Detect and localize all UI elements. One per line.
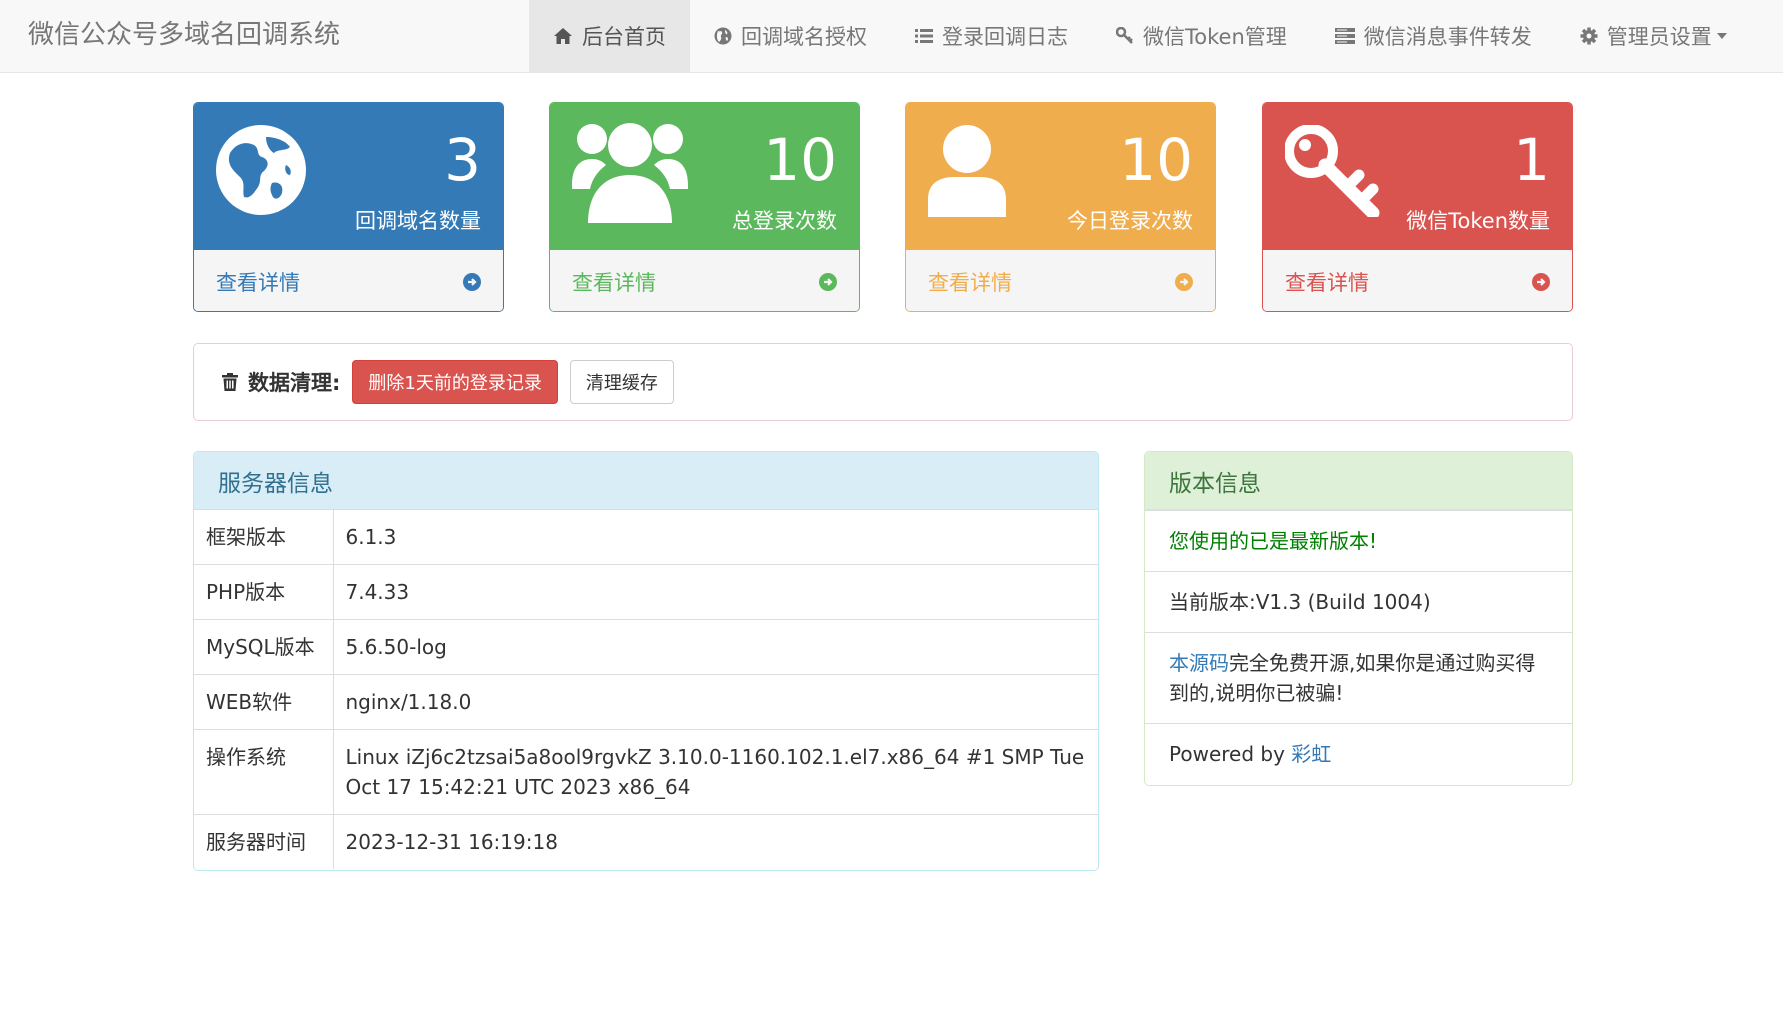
stat-label: 总登录次数 (732, 209, 837, 233)
data-cleanup-panel: 数据清理: 删除1天前的登录记录 清理缓存 (193, 343, 1573, 421)
nav-item-token-manage[interactable]: 微信Token管理 (1092, 0, 1311, 72)
source-link[interactable]: 本源码 (1169, 651, 1229, 675)
stat-count: 1 (1513, 126, 1550, 194)
powered-by: Powered by 彩虹 (1145, 723, 1572, 784)
nav-label: 后台首页 (582, 25, 666, 49)
row-value: nginx/1.18.0 (333, 674, 1098, 730)
stat-panel-heading: 10 总登录次数 (550, 103, 859, 250)
view-details-label: 查看详情 (216, 270, 300, 295)
arrow-circle-right-icon (463, 272, 481, 291)
source-notice: 本源码完全免费开源,如果你是通过购买得到的,说明你已被骗! (1145, 632, 1572, 723)
nav-item-admin-settings[interactable]: 管理员设置 (1556, 0, 1751, 72)
row-key: 服务器时间 (194, 814, 334, 869)
table-row: MySQL版本 5.6.50-log (194, 619, 1098, 675)
globe-icon (714, 27, 732, 45)
user-icon (928, 125, 1006, 217)
table-row: PHP版本 7.4.33 (194, 564, 1098, 620)
nav-item-message-forward[interactable]: 微信消息事件转发 (1311, 0, 1556, 72)
version-status: 您使用的已是最新版本! (1145, 510, 1572, 571)
nav-item-home[interactable]: 后台首页 (529, 0, 690, 72)
view-details-link[interactable]: 查看详情 (194, 250, 503, 311)
stat-count: 3 (444, 126, 481, 194)
row-key: PHP版本 (194, 564, 334, 620)
stat-label: 微信Token数量 (1406, 209, 1550, 233)
table-row: 框架版本 6.1.3 (194, 510, 1098, 565)
stat-panel-today-logins: 10 今日登录次数 查看详情 (905, 102, 1216, 312)
stat-panel-total-logins: 10 总登录次数 查看详情 (549, 102, 860, 312)
key-icon (1116, 27, 1133, 44)
powered-by-text: Powered by (1169, 742, 1292, 766)
author-link[interactable]: 彩虹 (1291, 742, 1331, 766)
arrow-circle-right-icon (819, 272, 837, 291)
table-row: WEB软件 nginx/1.18.0 (194, 674, 1098, 730)
clear-cache-button[interactable]: 清理缓存 (569, 360, 674, 404)
server-icon (1334, 28, 1355, 44)
row-value: 7.4.33 (333, 564, 1098, 620)
cleanup-title: 数据清理: (248, 371, 341, 395)
stat-label: 今日登录次数 (1067, 209, 1193, 233)
panel-title: 服务器信息 (194, 452, 1098, 510)
view-details-label: 查看详情 (1285, 270, 1369, 295)
current-version: 当前版本:V1.3 (Build 1004) (1145, 571, 1572, 632)
stat-panel-heading: 10 今日登录次数 (906, 103, 1215, 250)
delete-old-logs-button[interactable]: 删除1天前的登录记录 (352, 360, 558, 404)
stat-panel-heading: 3 回调域名数量 (194, 103, 503, 250)
stat-panel-domains: 3 回调域名数量 查看详情 (193, 102, 504, 312)
stat-label: 回调域名数量 (355, 209, 481, 233)
row-value: 2023-12-31 16:19:18 (333, 814, 1098, 869)
row-value: Linux iZj6c2tzsai5a8ool9rgvkZ 3.10.0-116… (333, 729, 1098, 815)
row-key: MySQL版本 (194, 619, 334, 675)
nav-label: 微信Token管理 (1143, 25, 1287, 49)
view-details-link[interactable]: 查看详情 (906, 250, 1215, 311)
version-info-panel: 版本信息 您使用的已是最新版本! 当前版本:V1.3 (Build 1004) … (1144, 451, 1573, 786)
chevron-down-icon (1716, 33, 1727, 39)
view-details-link[interactable]: 查看详情 (1263, 250, 1572, 311)
nav-item-domain-auth[interactable]: 回调域名授权 (690, 0, 891, 72)
globe-icon (216, 125, 306, 215)
row-value: 6.1.3 (345, 525, 397, 549)
nav-label: 回调域名授权 (741, 25, 867, 49)
view-details-label: 查看详情 (928, 270, 1012, 295)
navbar: 微信公众号多域名回调系统 后台首页 回调域名授权 登录回调日志 微信Token管… (0, 0, 1783, 73)
table-row: 服务器时间 2023-12-31 16:19:18 (194, 814, 1098, 869)
nav-label: 管理员设置 (1606, 25, 1712, 49)
row-key: WEB软件 (194, 674, 334, 730)
view-details-link[interactable]: 查看详情 (550, 250, 859, 311)
arrow-circle-right-icon (1175, 272, 1193, 291)
row-value: 5.6.50-log (333, 619, 1098, 675)
brand-title[interactable]: 微信公众号多域名回调系统 (28, 0, 340, 73)
arrow-circle-right-icon (1532, 272, 1550, 291)
table-row: 操作系统 Linux iZj6c2tzsai5a8ool9rgvkZ 3.10.… (194, 729, 1098, 815)
stat-count: 10 (1119, 126, 1193, 194)
server-info-table: 框架版本 6.1.3 PHP版本 7.4.33 MySQL版本 5.6.50-l… (194, 510, 1098, 869)
users-icon (572, 123, 688, 223)
trash-icon (222, 373, 238, 391)
row-key: 框架版本 (194, 510, 334, 565)
stat-count: 10 (763, 126, 837, 194)
home-icon (554, 28, 572, 44)
list-icon (915, 29, 933, 43)
nav-label: 微信消息事件转发 (1363, 25, 1532, 49)
stat-panel-heading: 1 微信Token数量 (1263, 103, 1572, 250)
row-key: 操作系统 (194, 729, 334, 815)
main-nav: 后台首页 回调域名授权 登录回调日志 微信Token管理 微信消息事件转发 管理… (529, 0, 1751, 72)
key-icon (1285, 125, 1380, 217)
server-info-panel: 服务器信息 框架版本 6.1.3 PHP版本 7.4.33 MySQL版本 5.… (193, 451, 1099, 871)
nav-label: 登录回调日志 (942, 25, 1068, 49)
panel-title: 版本信息 (1145, 452, 1572, 510)
stat-panel-token-count: 1 微信Token数量 查看详情 (1262, 102, 1573, 312)
gear-icon (1580, 27, 1598, 45)
nav-item-login-log[interactable]: 登录回调日志 (891, 0, 1092, 72)
view-details-label: 查看详情 (572, 270, 656, 295)
